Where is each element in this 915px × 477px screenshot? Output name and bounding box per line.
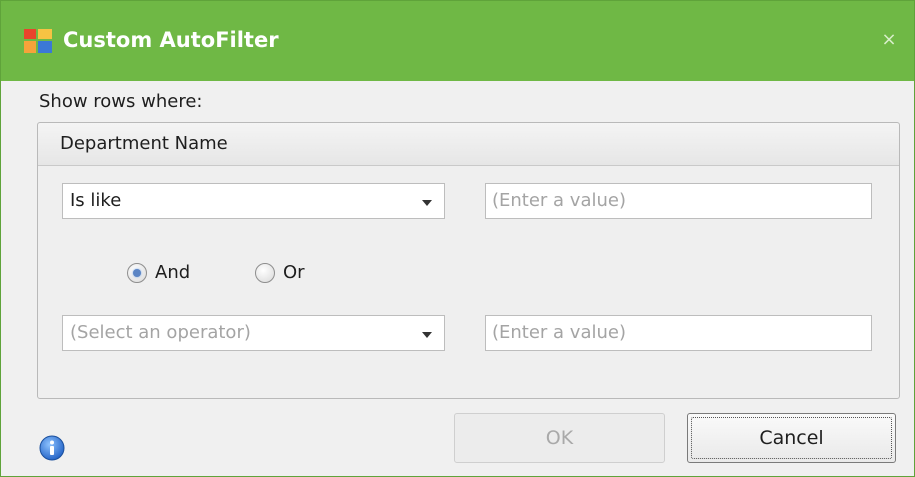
close-icon[interactable]: × [877,28,901,52]
value2-input[interactable]: (Enter a value) [485,315,872,351]
app-grid-icon [24,29,52,53]
operator1-value: Is like [70,190,122,211]
and-label: And [155,262,191,283]
chevron-down-icon[interactable] [416,321,438,345]
chevron-down-icon[interactable] [416,189,438,213]
or-radio-circle [255,263,275,283]
radio-selected-dot [133,269,141,277]
and-radio-circle [127,263,147,283]
operator1-select[interactable]: Is like [62,183,445,219]
custom-autofilter-dialog: Custom AutoFilter × Show rows where: Dep… [0,0,915,477]
info-icon[interactable] [39,435,65,461]
value2-placeholder: (Enter a value) [492,322,626,343]
cancel-button-label: Cancel [759,427,824,449]
window-title: Custom AutoFilter [63,28,279,52]
operator2-select[interactable]: (Select an operator) [62,315,445,351]
group-header: Department Name [38,123,899,166]
column-name-label: Department Name [60,133,228,154]
show-rows-label: Show rows where: [39,91,203,112]
ok-button[interactable]: OK [454,413,665,463]
or-label: Or [283,262,305,283]
value1-placeholder: (Enter a value) [492,190,626,211]
operator2-placeholder: (Select an operator) [70,322,251,343]
title-bar: Custom AutoFilter × [1,1,914,81]
cancel-button[interactable]: Cancel [687,413,896,463]
and-radio[interactable]: And [127,259,217,289]
value1-input[interactable]: (Enter a value) [485,183,872,219]
or-radio[interactable]: Or [255,259,325,289]
